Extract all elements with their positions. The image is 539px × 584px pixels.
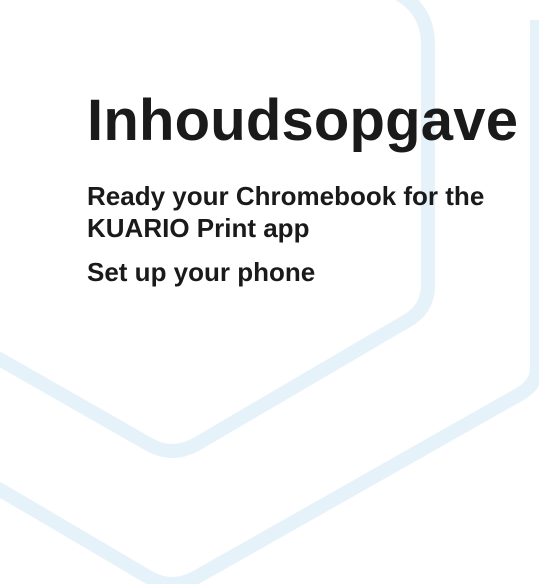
- toc-item-set-up-phone[interactable]: Set up your phone: [87, 256, 539, 288]
- toc-item-label-line-2: KUARIO Print app: [87, 213, 310, 243]
- toc-item-ready-chromebook[interactable]: Ready your Chromebook for the KUARIO Pri…: [87, 180, 539, 244]
- toc-list: Ready your Chromebook for the KUARIO Pri…: [87, 180, 539, 288]
- toc-title: Inhoudsopgave: [87, 88, 519, 153]
- toc-item-label-line-1: Ready your Chromebook for the: [87, 181, 485, 211]
- toc-item-label: Set up your phone: [87, 257, 316, 287]
- table-of-contents: Inhoudsopgave Ready your Chromebook for …: [87, 86, 539, 300]
